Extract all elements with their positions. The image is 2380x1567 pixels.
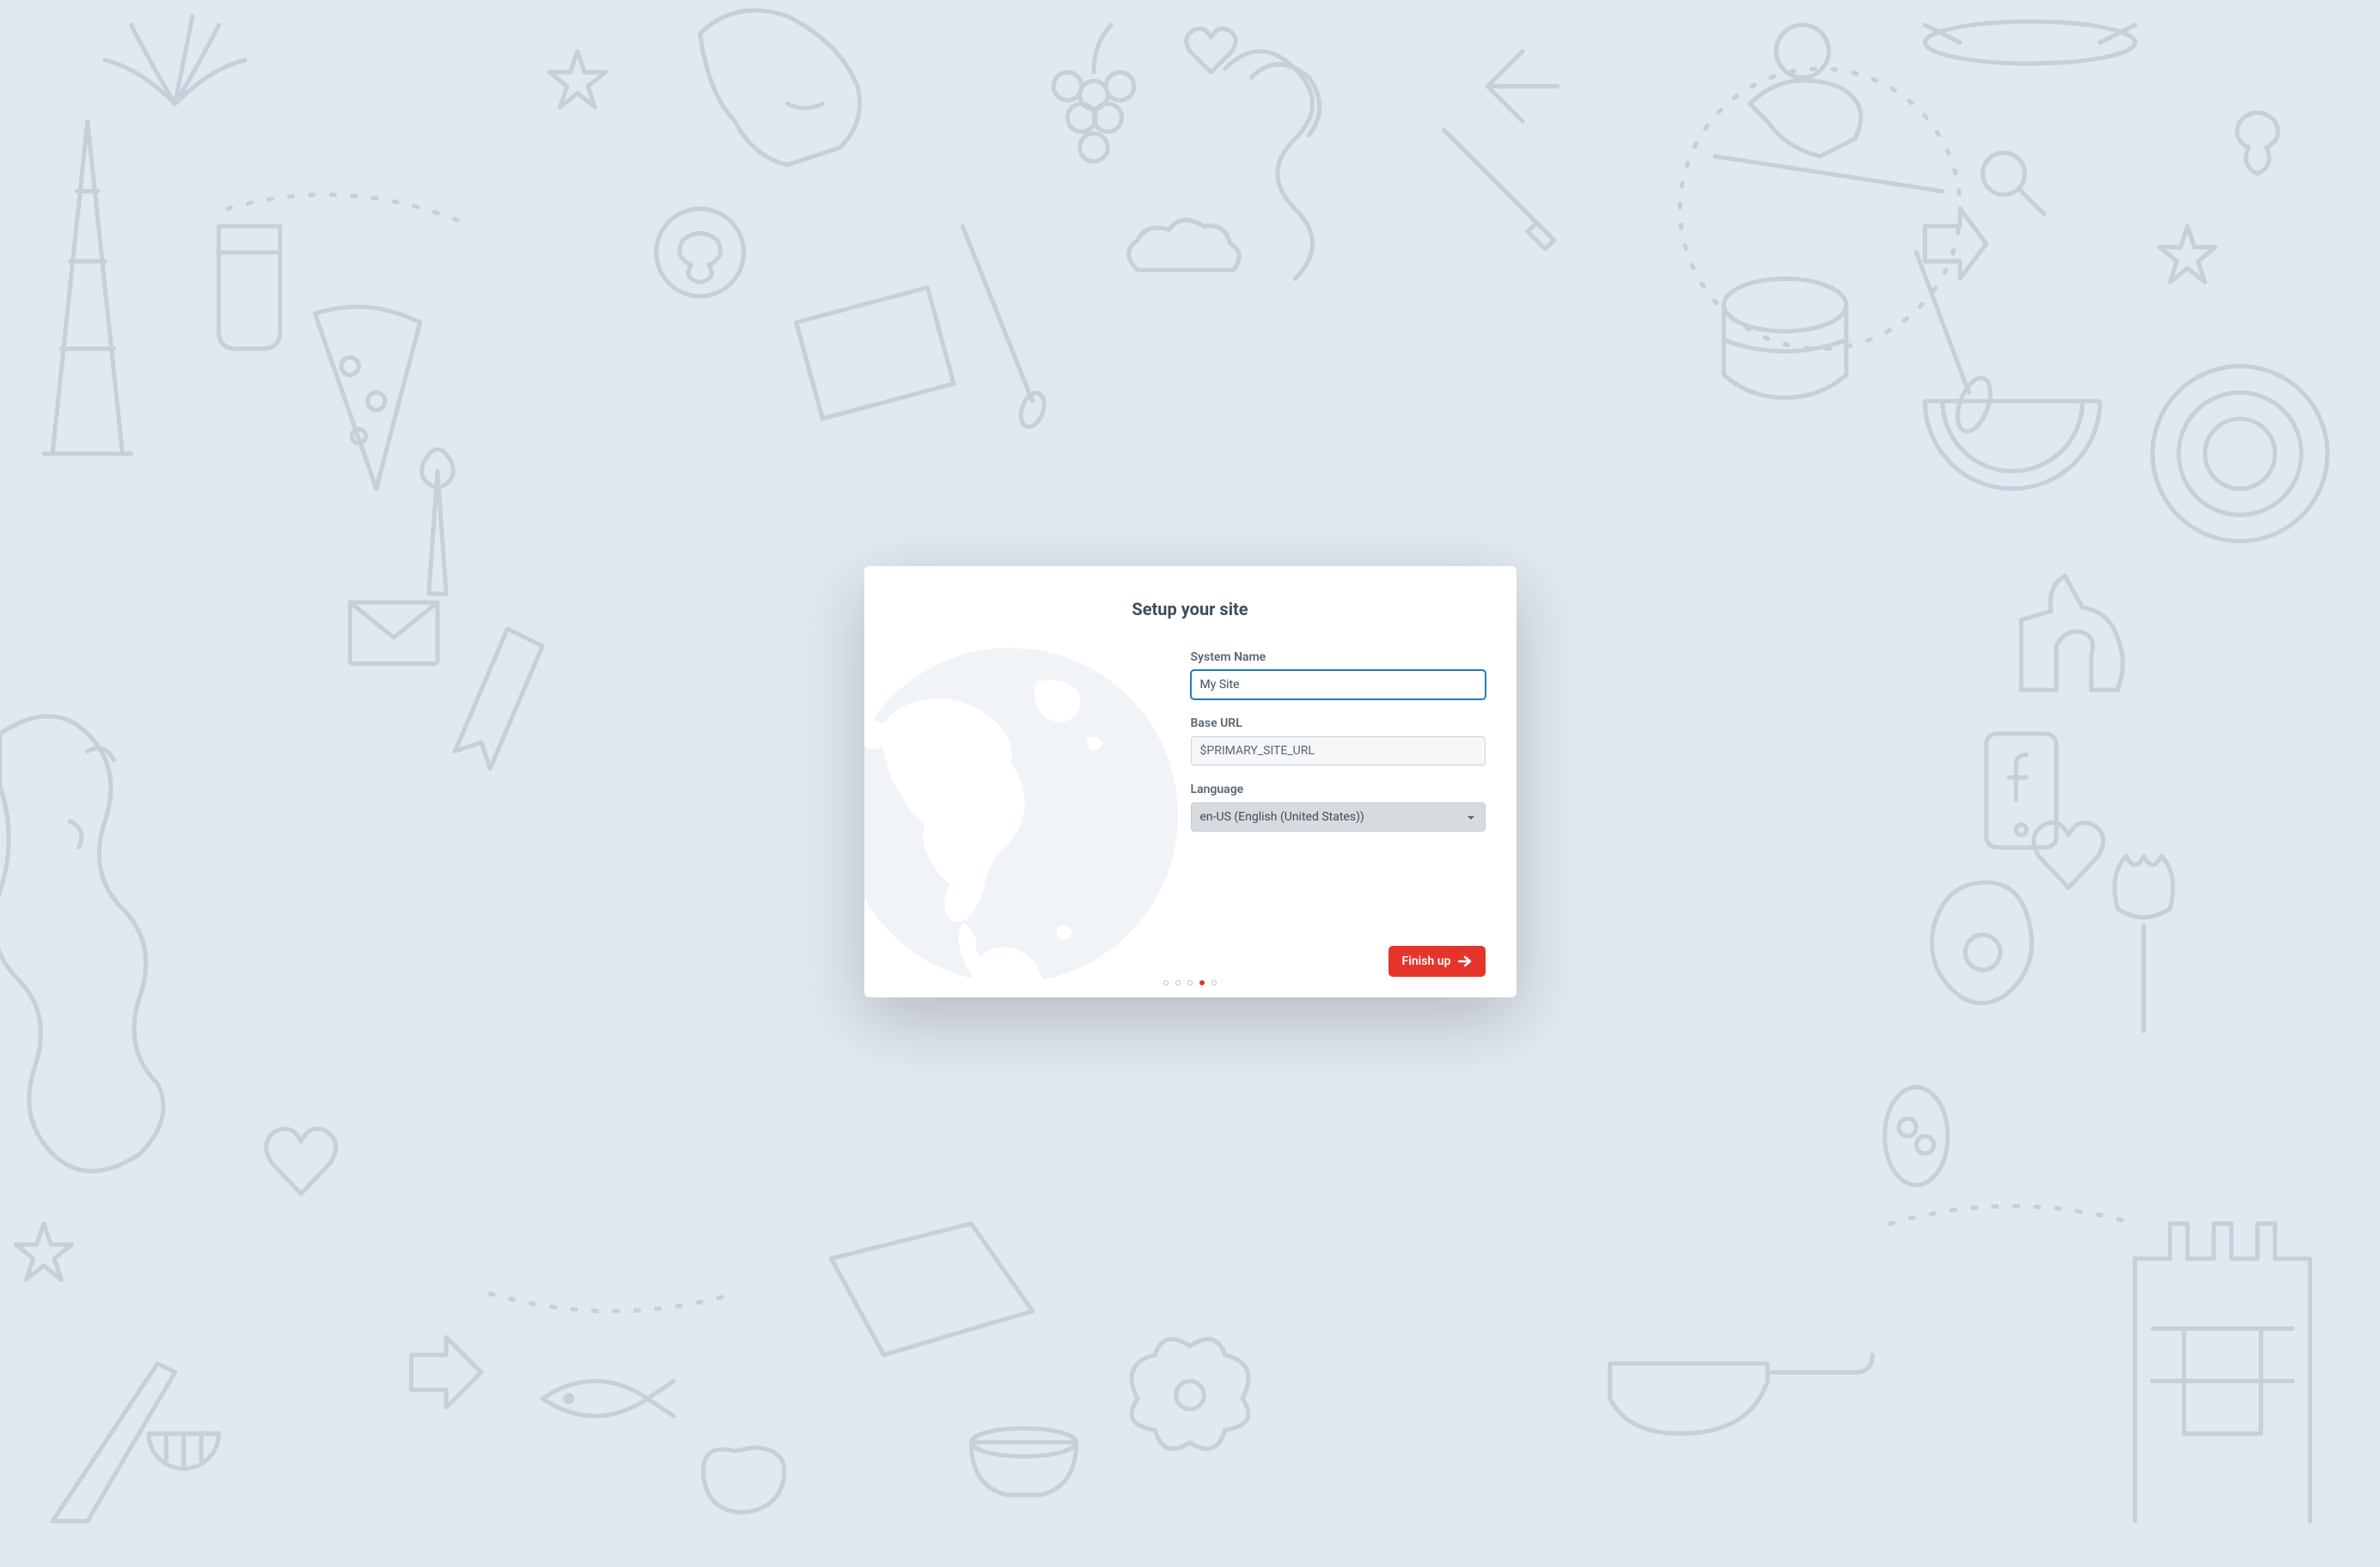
system-name-group: System Name <box>1191 650 1486 699</box>
system-name-label: System Name <box>1191 650 1486 664</box>
step-dot-1 <box>1163 980 1169 985</box>
modal-title: Setup your site <box>895 599 1486 619</box>
step-dot-2 <box>1175 980 1181 985</box>
modal-content: Setup your site System Name Base URL Lan… <box>864 566 1516 997</box>
finish-button[interactable]: Finish up <box>1388 946 1486 977</box>
language-select[interactable]: en-US (English (United States)) <box>1191 802 1486 832</box>
setup-form: System Name Base URL Language en-US (Eng… <box>1191 650 1486 946</box>
language-label: Language <box>1191 783 1486 796</box>
modal-footer: Finish up <box>895 946 1486 977</box>
arrow-right-icon <box>1458 955 1472 967</box>
language-group: Language en-US (English (United States)) <box>1191 783 1486 832</box>
finish-button-label: Finish up <box>1402 954 1451 968</box>
pagination-dots <box>1163 980 1217 985</box>
base-url-group: Base URL <box>1191 716 1486 765</box>
base-url-input[interactable] <box>1191 736 1486 765</box>
step-dot-4 <box>1199 980 1205 985</box>
system-name-input[interactable] <box>1191 670 1486 699</box>
step-dot-3 <box>1187 980 1193 985</box>
setup-modal: Setup your site System Name Base URL Lan… <box>864 566 1516 997</box>
step-dot-5 <box>1211 980 1217 985</box>
base-url-label: Base URL <box>1191 716 1486 730</box>
